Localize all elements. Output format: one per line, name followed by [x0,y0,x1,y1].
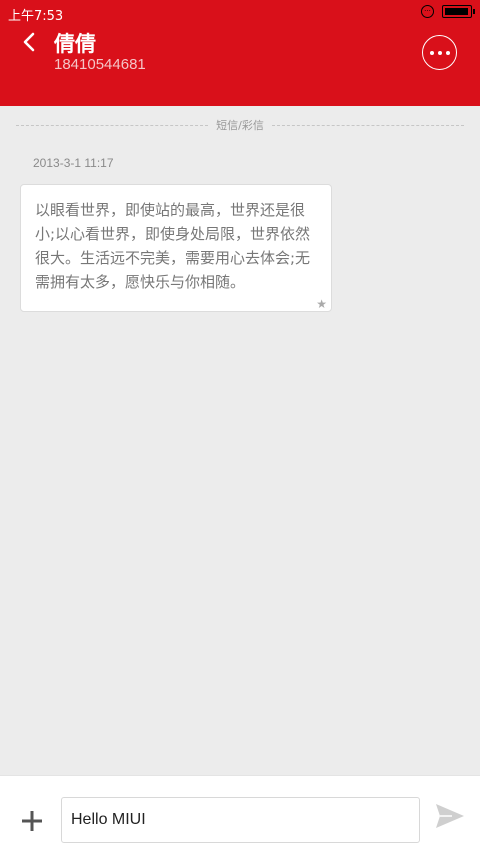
message-bubble[interactable]: 以眼看世界，即使站的最高，世界还是很小;以心看世界，即使身处局限，世界依然很大。… [20,184,332,312]
status-bar: 上午7:53 ··· [0,0,480,26]
add-attachment-button[interactable] [18,807,46,835]
status-indicators: ··· [421,5,475,18]
send-icon [436,804,464,828]
contact-phone: 18410544681 [54,56,146,73]
composer-bar [0,775,480,853]
sms-conversation-screen: 上午7:53 ··· 倩倩 18410544681 短信/彩信 2013-3-1… [0,0,480,853]
back-button[interactable] [14,28,44,56]
header: 上午7:53 ··· 倩倩 18410544681 [0,0,480,106]
divider-label: 短信/彩信 [216,119,264,132]
status-time: 上午7:53 [8,9,64,24]
message-text: 以眼看世界，即使站的最高，世界还是很小;以心看世界，即使身处局限，世界依然很大。… [35,201,311,291]
plus-icon [22,811,42,831]
message-type-divider: 短信/彩信 [16,116,464,134]
battery-fill [445,8,468,15]
battery-icon [442,5,475,18]
chevron-left-icon [23,32,35,52]
signal-icon: ··· [421,5,434,18]
more-dots-icon [429,50,434,55]
contact-name: 倩倩 [54,32,96,56]
send-button[interactable] [434,800,466,832]
message-timestamp: 2013-3-1 11:17 [33,156,114,170]
message-input[interactable] [61,797,420,843]
more-options-button[interactable] [422,35,457,70]
star-icon: ★ [316,297,327,311]
